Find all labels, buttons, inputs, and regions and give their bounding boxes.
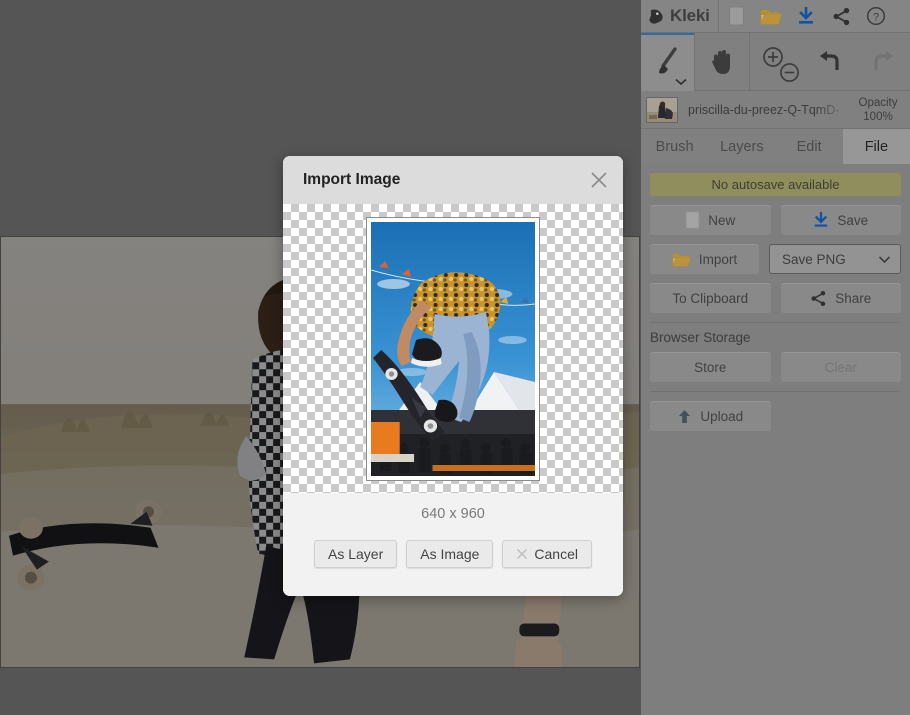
kleki-app: Kleki ? priscilla-du-preez-Q-TqmD- Opaci… [0,0,910,715]
tab-edit[interactable]: Edit [776,129,843,164]
download-icon [799,6,814,24]
share-button[interactable]: Share [780,283,901,313]
layer-name: priscilla-du-preez-Q-TqmD- [688,102,840,117]
autosave-status: No autosave available [650,173,901,196]
import-button[interactable]: Import [650,244,759,274]
cancel-label: Cancel [534,546,578,562]
zoom-out-icon[interactable] [779,62,800,83]
clear-button-label: Clear [824,359,857,375]
folder-open-icon [672,251,691,268]
file-row-clipboard-share: To Clipboard Share [650,283,901,313]
layer-opacity[interactable]: Opacity 100% [851,96,905,124]
layer-opacity-label: Opacity [858,96,898,109]
paintbrush-icon [658,47,677,74]
preview-frame [366,216,540,481]
tool-row [641,33,910,91]
store-button[interactable]: Store [650,352,771,382]
page-icon [728,6,744,26]
file-row-store-clear: Store Clear [650,352,901,382]
panel-tabs: Brush Layers Edit File [641,129,910,164]
upload-button-label: Upload [700,408,744,424]
header-new-button[interactable] [719,0,754,33]
app-header: Kleki ? [641,0,910,33]
tool-redo[interactable] [857,33,910,91]
file-row-upload: Upload [650,401,901,431]
browser-storage-heading: Browser Storage [650,322,901,352]
svg-text:?: ? [873,11,879,23]
tab-brush[interactable]: Brush [641,129,708,164]
dialog-actions: As Layer As Image Cancel [314,540,592,568]
image-dimensions: 640 x 960 [421,506,485,522]
tool-hand[interactable] [695,33,748,91]
as-image-label: As Image [420,546,480,562]
right-panel: Kleki ? priscilla-du-preez-Q-TqmD- Opaci… [641,0,910,715]
close-icon [591,172,607,188]
to-clipboard-label: To Clipboard [672,290,749,306]
file-row-new-save: New Save [650,205,901,235]
header-import-button[interactable] [754,0,789,33]
as-image-button[interactable]: As Image [406,540,494,568]
header-save-button[interactable] [789,0,824,33]
kleki-logo-icon [649,8,663,24]
dialog-title: Import Image [303,171,401,188]
new-button[interactable]: New [650,205,771,235]
share-icon [833,7,849,25]
app-logo: Kleki [641,0,719,33]
new-button-label: New [708,212,736,228]
preview-image [371,221,535,476]
layer-row[interactable]: priscilla-du-preez-Q-TqmD- Opacity 100% [641,91,910,129]
page-icon [685,211,700,229]
layer-thumbnail-image [647,97,677,122]
header-help-button[interactable]: ? [859,0,894,33]
tool-brush[interactable] [641,33,695,91]
clear-button[interactable]: Clear [780,352,901,382]
save-button-label: Save [837,212,869,228]
dialog-close-button[interactable] [588,169,610,191]
upload-arrow-icon [677,408,692,425]
as-layer-label: As Layer [328,546,384,562]
save-button[interactable]: Save [780,205,901,235]
dialog-preview-area [283,204,623,493]
folder-open-icon [760,9,782,25]
redo-icon [874,51,894,70]
tab-layers[interactable]: Layers [708,129,775,164]
download-icon [813,211,829,229]
share-button-label: Share [835,290,872,306]
as-layer-button[interactable]: As Layer [314,540,398,568]
layer-thumbnail[interactable] [646,96,678,123]
close-icon [517,548,528,560]
header-share-button[interactable] [824,0,859,33]
chevron-down-icon[interactable] [675,78,688,86]
hand-icon [712,50,731,74]
upload-button[interactable]: Upload [650,401,771,431]
dialog-footer: 640 x 960 As Layer As Image Cancel [283,493,623,596]
cancel-button[interactable]: Cancel [502,540,592,568]
import-button-label: Import [698,251,738,267]
app-name: Kleki [670,6,710,25]
store-button-label: Store [694,359,727,375]
to-clipboard-button[interactable]: To Clipboard [650,283,771,313]
dialog-header: Import Image [283,156,623,204]
import-image-dialog: Import Image 640 x 960 As Layer As Image… [283,156,623,596]
question-circle-icon: ? [867,6,886,26]
tool-undo[interactable] [803,33,856,91]
undo-icon [819,51,839,70]
chevron-down-icon [878,255,891,263]
file-row-import-format: Import Save PNG [650,244,901,274]
file-panel: No autosave available New Save Import Sa… [641,164,910,431]
tab-file[interactable]: File [842,129,910,164]
save-format-select[interactable]: Save PNG [769,244,901,274]
save-format-value: Save PNG [782,251,846,267]
tool-zoom[interactable] [750,33,803,91]
imported-image-thumbnail [371,221,535,476]
share-icon [810,290,827,307]
section-divider [650,391,901,392]
layer-opacity-value: 100% [863,110,893,123]
